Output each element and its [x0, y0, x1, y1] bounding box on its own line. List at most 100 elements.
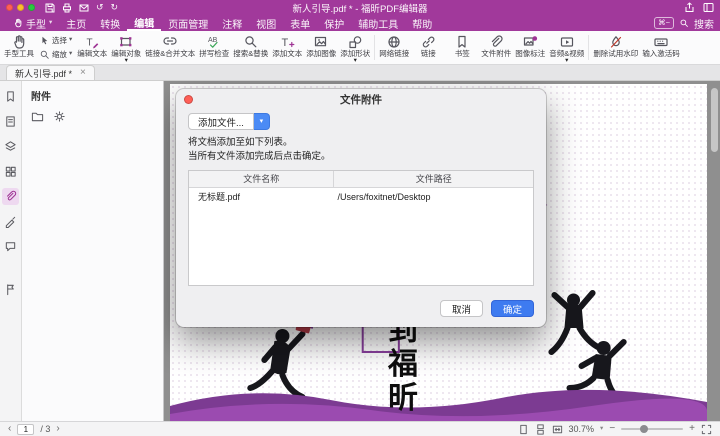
document-tab[interactable]: 新人引导.pdf * ×	[6, 65, 95, 80]
nav-pages-icon[interactable]	[2, 113, 19, 130]
ribbon-item-remove-trial-watermark[interactable]: 删除试用水印	[591, 32, 640, 63]
document-canvas[interactable]: 到 福 昕 文件附件 添加文件... ▾	[164, 81, 720, 421]
attachments-panel: 附件	[22, 81, 164, 421]
zoom-out-icon[interactable]: −	[609, 424, 615, 434]
print-icon[interactable]	[62, 3, 72, 13]
dialog-close-button[interactable]	[184, 95, 193, 104]
add-file-button[interactable]: 添加文件...	[188, 113, 254, 130]
dialog-footer: 取消 确定	[176, 292, 546, 327]
nav-signature-icon[interactable]	[2, 213, 19, 230]
attachments-panel-title: 附件	[31, 88, 154, 103]
redo-icon[interactable]: ↻	[111, 3, 119, 12]
fullscreen-icon[interactable]	[701, 424, 712, 435]
link-icon	[420, 34, 436, 49]
nav-comments-icon[interactable]	[2, 238, 19, 255]
ok-button[interactable]: 确定	[491, 300, 534, 317]
ribbon-item-enter-activation-code[interactable]: 输入激活码	[640, 32, 682, 63]
previous-page-icon[interactable]: ‹	[8, 424, 11, 434]
link-text-icon	[162, 34, 178, 49]
ribbon-item-add-image[interactable]: 添加图像	[304, 32, 338, 63]
tab-accessibility[interactable]: 辅助工具	[351, 15, 405, 31]
vertical-scrollbar[interactable]	[710, 85, 718, 417]
hand-mode-menu[interactable]: 手型 ▾	[6, 15, 59, 31]
cancel-button[interactable]: 取消	[440, 300, 483, 317]
add-file-dropdown-button[interactable]: ▾	[254, 113, 270, 130]
ribbon-item-bookmark[interactable]: 书签	[445, 32, 479, 63]
add-text-icon: T	[279, 34, 295, 49]
search-icon[interactable]	[679, 18, 689, 28]
tab-edit[interactable]: 编辑	[127, 15, 161, 31]
remove-watermark-icon	[608, 34, 624, 49]
zoom-slider[interactable]	[621, 428, 683, 430]
cursor-icon	[39, 35, 50, 46]
ribbon-item-hand-tool[interactable]: 手型工具	[2, 32, 36, 63]
add-image-icon	[313, 34, 329, 49]
minimize-window-button[interactable]	[17, 4, 24, 11]
image-annotation-icon	[522, 34, 538, 49]
zoom-slider-thumb[interactable]	[640, 425, 648, 433]
open-attachment-icon[interactable]	[31, 110, 44, 123]
continuous-view-icon[interactable]	[535, 424, 546, 435]
status-bar: ‹ 1 / 3 › 30.7% ▾ − +	[0, 421, 720, 436]
column-header-file-name[interactable]: 文件名称	[189, 171, 333, 187]
scrollbar-thumb[interactable]	[711, 88, 718, 152]
ribbon-select-zoom-group: 选择 ▾ 缩放 ▾	[36, 32, 75, 63]
window-controls	[6, 4, 35, 11]
nav-attachments-icon[interactable]	[2, 188, 19, 205]
tab-page-organize[interactable]: 页面管理	[161, 15, 215, 31]
email-icon[interactable]	[79, 3, 89, 13]
attachment-settings-icon[interactable]	[53, 110, 66, 123]
ribbon-item-edit-object[interactable]: 编辑对象 ▾	[109, 32, 143, 63]
ribbon-toolbar: 手型工具 选择 ▾ 缩放 ▾ T 编辑文本 编辑对象 ▾ 链接&合并	[0, 31, 720, 65]
add-file-row: 添加文件... ▾	[188, 113, 534, 130]
page-vertical-title: 到 福 昕	[388, 314, 418, 416]
fit-width-icon[interactable]	[552, 424, 563, 435]
ribbon-item-link[interactable]: 链接	[411, 32, 445, 63]
ribbon-item-web-link[interactable]: 网络链接	[377, 32, 411, 63]
ribbon-item-add-text[interactable]: T 添加文本	[270, 32, 304, 63]
save-icon[interactable]	[45, 3, 55, 13]
single-page-view-icon[interactable]	[518, 424, 529, 435]
zoom-in-icon[interactable]: +	[689, 424, 695, 434]
ribbon-item-zoom[interactable]: 缩放 ▾	[39, 49, 72, 60]
nav-flag-icon[interactable]	[2, 281, 19, 298]
nav-bookmarks-icon[interactable]	[2, 88, 19, 105]
chevron-down-icon: ▾	[354, 58, 357, 65]
tab-help[interactable]: 帮助	[405, 15, 439, 31]
add-shape-icon	[347, 34, 363, 49]
close-tab-icon[interactable]: ×	[80, 68, 86, 78]
tab-convert[interactable]: 转换	[93, 15, 127, 31]
tab-form[interactable]: 表单	[283, 15, 317, 31]
next-page-icon[interactable]: ›	[56, 424, 59, 434]
zoom-window-button[interactable]	[28, 4, 35, 11]
document-tab-bar: 新人引导.pdf * ×	[0, 65, 720, 81]
search-label[interactable]: 搜索	[694, 16, 714, 31]
statusbar-right: 30.7% ▾ − +	[518, 424, 712, 435]
main-area: 附件	[0, 81, 720, 421]
nav-thumbnails-icon[interactable]	[2, 163, 19, 180]
sidebar-toggle-icon[interactable]	[703, 2, 714, 13]
tab-comment[interactable]: 注释	[215, 15, 249, 31]
chevron-down-icon: ▾	[69, 51, 72, 58]
nav-layers-icon[interactable]	[2, 138, 19, 155]
zoom-level-label[interactable]: 30.7%	[569, 424, 595, 434]
table-row[interactable]: 无标题.pdf /Users/foxitnet/Desktop	[189, 188, 533, 206]
column-header-file-path[interactable]: 文件路径	[333, 171, 533, 187]
tab-view[interactable]: 视图	[249, 15, 283, 31]
ribbon-item-search-replace[interactable]: 搜索&替换	[231, 32, 270, 63]
close-window-button[interactable]	[6, 4, 13, 11]
undo-icon[interactable]: ↺	[96, 3, 104, 12]
ribbon-item-spell-check[interactable]: AB 拼写检查	[197, 32, 231, 63]
bookmark-icon	[454, 34, 470, 49]
ribbon-item-edit-text[interactable]: T 编辑文本	[75, 32, 109, 63]
ribbon-item-image-annotation[interactable]: 图像标注	[513, 32, 547, 63]
ribbon-item-file-attachment[interactable]: 文件附件	[479, 32, 513, 63]
ribbon-item-add-shape[interactable]: 添加形状 ▾	[338, 32, 372, 63]
share-icon[interactable]	[684, 2, 695, 13]
tab-home[interactable]: 主页	[59, 15, 93, 31]
ribbon-item-select[interactable]: 选择 ▾	[39, 35, 72, 46]
ribbon-item-link-merge-text[interactable]: 链接&合并文本	[143, 32, 197, 63]
ribbon-item-audio-video[interactable]: 音频&视频 ▾	[547, 32, 586, 63]
current-page-input[interactable]: 1	[17, 424, 34, 435]
tab-protect[interactable]: 保护	[317, 15, 351, 31]
